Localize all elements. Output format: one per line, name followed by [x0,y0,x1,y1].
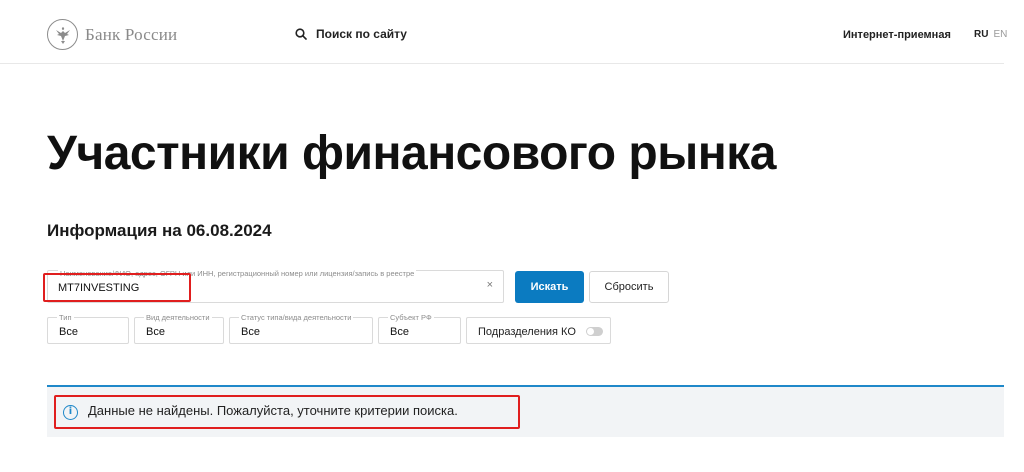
logo[interactable]: Банк России [47,19,177,50]
filter-type[interactable]: Тип Все [47,313,129,344]
reset-button[interactable]: Сбросить [589,271,669,303]
filter-region-value: Все [390,326,409,338]
ko-divisions-toggle-box: Подразделения КО [466,317,611,344]
search-icon [295,28,307,40]
filter-type-label: Тип [57,313,74,322]
annotation-highlight-message [54,395,520,429]
language-switcher: RU EN [974,29,1007,40]
filter-activity-value: Все [146,326,165,338]
filter-status-label: Статус типа/вида деятельности [239,313,354,322]
info-date-heading: Информация на 06.08.2024 [47,221,272,240]
internet-reception-link[interactable]: Интернет-приемная [843,29,951,41]
filter-type-value: Все [59,326,78,338]
lang-en[interactable]: EN [993,29,1007,40]
ko-divisions-label: Подразделения КО [478,326,576,338]
ko-divisions-toggle[interactable] [586,327,603,336]
site-header: Банк России Поиск по сайту Интернет-прие… [0,0,1007,64]
eagle-emblem-icon [47,19,78,50]
filter-status-value: Все [241,326,260,338]
site-search-label: Поиск по сайту [316,27,407,41]
filter-status[interactable]: Статус типа/вида деятельности Все [229,313,373,344]
site-search-link[interactable]: Поиск по сайту [295,27,407,41]
annotation-highlight-input [43,273,191,302]
clear-search-icon[interactable]: × [487,279,493,291]
filter-activity[interactable]: Вид деятельности Все [134,313,224,344]
page-title: Участники финансового рынка [47,127,776,180]
filter-region-label: Субъект РФ [388,313,434,322]
search-button[interactable]: Искать [515,271,584,303]
filter-region[interactable]: Субъект РФ Все [378,313,461,344]
toggle-knob [587,328,594,335]
lang-ru[interactable]: RU [974,29,988,40]
filter-activity-label: Вид деятельности [144,313,212,322]
logo-name: Банк России [85,24,178,44]
